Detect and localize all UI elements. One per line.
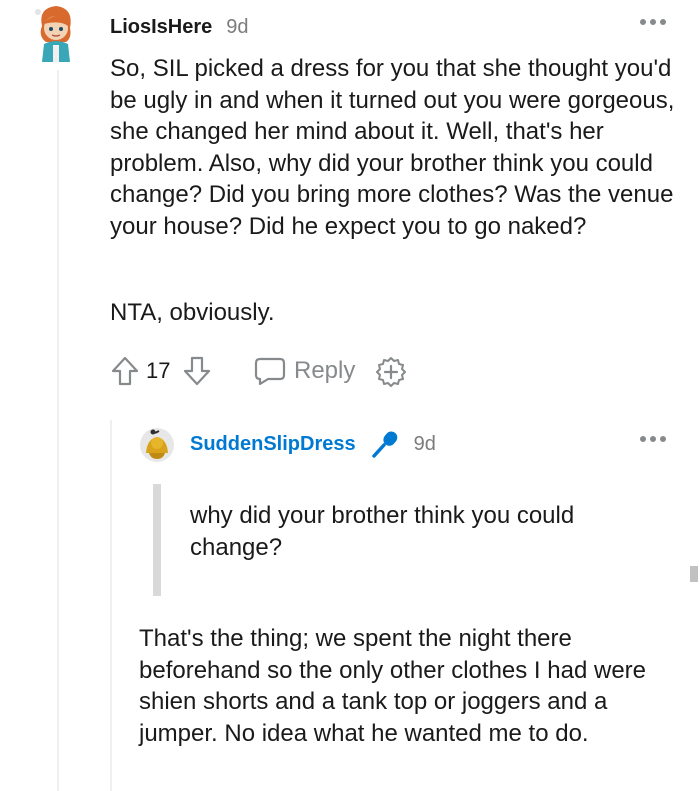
microphone-icon: [371, 431, 397, 458]
speech-bubble-icon: [254, 357, 286, 386]
avatar[interactable]: [30, 2, 82, 64]
scrollbar-thumb[interactable]: [690, 566, 698, 582]
more-options-icon[interactable]: [637, 427, 669, 451]
more-options-icon[interactable]: [637, 10, 669, 34]
quote-bar: [153, 484, 161, 596]
award-plus-icon: [376, 357, 406, 387]
op-username[interactable]: SuddenSlipDress: [190, 433, 356, 456]
avatar[interactable]: [139, 425, 175, 465]
username[interactable]: LiosIsHere: [110, 16, 212, 39]
more-dots-icon: [640, 436, 666, 442]
arrow-up-icon: [111, 356, 139, 386]
reply-button[interactable]: Reply: [254, 355, 355, 387]
thread-line[interactable]: [110, 420, 112, 791]
comment-body: NTA, obviously.: [110, 299, 275, 326]
arrow-down-icon: [183, 356, 211, 386]
vote-count: 17: [146, 358, 171, 383]
op-badge: [370, 429, 400, 459]
reply-label: Reply: [294, 357, 356, 384]
reply-body: That's the thing; we spent the night the…: [139, 625, 646, 747]
comment-body: So, SIL picked a dress for you that she …: [110, 55, 675, 240]
upvote-button[interactable]: [110, 355, 140, 387]
timestamp: 9d: [226, 15, 249, 38]
thread-line[interactable]: [57, 70, 59, 791]
downvote-button[interactable]: [182, 355, 212, 387]
quote-text: why did your brother think you could cha…: [190, 502, 575, 561]
award-button[interactable]: [375, 356, 407, 388]
timestamp: 9d: [413, 432, 436, 455]
more-dots-icon: [640, 19, 666, 25]
